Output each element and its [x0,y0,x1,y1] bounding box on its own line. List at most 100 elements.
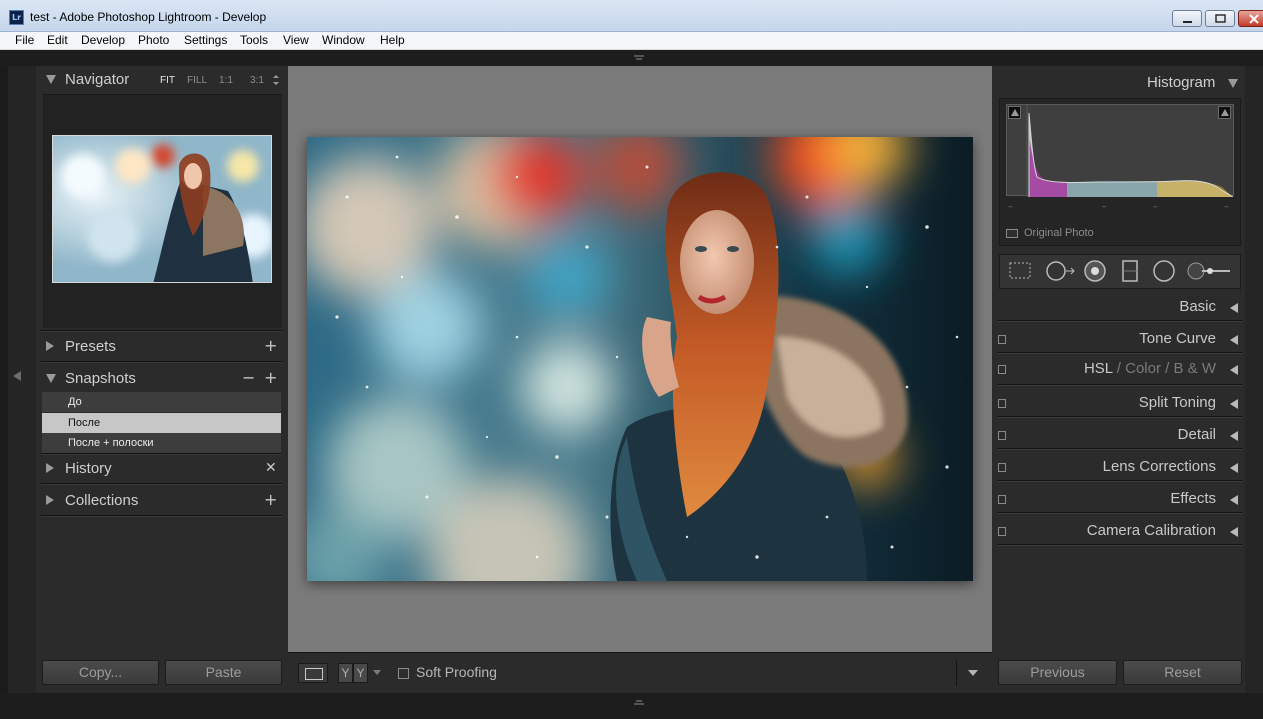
snapshot-item[interactable]: После + полоски [42,433,281,453]
split-toning-expand-icon [1230,399,1238,409]
divider [998,352,1242,354]
basic-panel-header[interactable]: Basic [998,293,1242,323]
histogram-info: – [1224,202,1229,212]
menu-photo[interactable]: Photo [138,33,169,47]
navigator-thumbnail[interactable] [52,135,272,283]
zoom-fill[interactable]: FILL [187,75,207,86]
zoom-1-1[interactable]: 1:1 [219,75,233,86]
history-title[interactable]: History [65,460,112,477]
menu-help[interactable]: Help [380,33,405,47]
main-photo[interactable] [307,137,973,581]
hsl-panel-header[interactable]: HSL / Color / B & W [998,355,1242,385]
original-photo-checkbox[interactable] [1006,229,1018,238]
tone-curve-panel-header[interactable]: Tone Curve [998,325,1242,355]
split-toning-label: Split Toning [1138,394,1216,411]
adjustment-brush-icon[interactable] [1186,260,1234,282]
menu-develop[interactable]: Develop [81,33,125,47]
collections-title[interactable]: Collections [65,492,138,509]
histogram-chart [1026,105,1234,198]
crop-overlay-icon[interactable] [1008,260,1034,282]
soft-proofing-checkbox[interactable] [398,668,409,679]
expand-top-grip-icon[interactable] [632,54,646,62]
menu-tools[interactable]: Tools [240,33,268,47]
hsl-tab[interactable]: HSL [1084,360,1113,377]
split-toning-panel-header[interactable]: Split Toning [998,389,1242,419]
window-title: test - Adobe Photoshop Lightroom - Devel… [30,10,267,24]
zoom-fit[interactable]: FIT [160,75,175,86]
tone-curve-toggle-switch[interactable] [998,335,1006,344]
lens-corrections-panel-header[interactable]: Lens Corrections [998,453,1242,483]
close-button[interactable] [1238,10,1263,27]
remove-snapshot-icon[interactable]: − [242,370,255,386]
clear-history-icon[interactable]: ✕ [265,460,277,476]
graduated-filter-icon[interactable] [1118,259,1142,283]
before-after-toggle[interactable]: Y [338,663,353,683]
add-collection-icon[interactable]: + [264,492,277,508]
lens-corrections-toggle-switch[interactable] [998,463,1006,472]
copy-settings-button[interactable]: Copy... [42,660,159,685]
before-after-dropdown-icon[interactable] [373,670,381,676]
lens-corrections-label: Lens Corrections [1102,458,1216,475]
previous-button[interactable]: Previous [998,660,1117,685]
snapshot-item[interactable]: До [42,392,281,412]
snapshots-title[interactable]: Snapshots [65,370,136,387]
snapshot-item-selected[interactable]: После [42,413,281,433]
highlight-clipping-indicator[interactable] [1218,106,1231,119]
menu-edit[interactable]: Edit [47,33,68,47]
histogram-collapse-icon[interactable] [1228,79,1238,88]
add-snapshot-icon[interactable]: + [264,370,277,386]
histogram-graph[interactable] [1006,104,1234,198]
zoom-3-1[interactable]: 3:1 [250,75,264,86]
navigator-title[interactable]: Navigator [65,71,129,88]
zoom-stepper-icon[interactable] [272,74,280,86]
minimize-icon [1183,21,1192,23]
histogram-title[interactable]: Histogram [1147,74,1215,91]
bw-tab[interactable]: B & W [1173,360,1216,377]
basic-expand-icon [1230,303,1238,313]
toolbar-content-dropdown[interactable] [956,660,988,686]
detail-toggle-switch[interactable] [998,431,1006,440]
shadow-clipping-indicator[interactable] [1008,106,1021,119]
menu-window[interactable]: Window [322,33,365,47]
camera-calibration-panel-header[interactable]: Camera Calibration [998,517,1242,547]
hsl-toggle-switch[interactable] [998,365,1006,374]
before-after-toggle[interactable]: Y [353,663,368,683]
original-photo-label: Original Photo [1024,227,1094,239]
history-expand-icon[interactable] [46,463,54,473]
left-panel-edge[interactable] [8,66,36,693]
detail-panel-header[interactable]: Detail [998,421,1242,451]
camera-calibration-expand-icon [1230,527,1238,537]
minimize-button[interactable] [1172,10,1202,27]
presets-title[interactable]: Presets [65,338,116,355]
expand-filmstrip-grip-icon[interactable] [632,699,646,707]
navigator-thumbnail-image [53,136,271,282]
spot-removal-icon[interactable] [1044,258,1078,284]
top-panel-strip [0,50,1263,66]
effects-panel-header[interactable]: Effects [998,485,1242,515]
menu-view[interactable]: View [283,33,309,47]
navigator-collapse-icon[interactable] [46,75,56,84]
maximize-button[interactable] [1205,10,1235,27]
effects-toggle-switch[interactable] [998,495,1006,504]
add-preset-icon[interactable]: + [264,338,277,354]
radial-filter-icon[interactable] [1151,258,1177,284]
split-toning-toggle-switch[interactable] [998,399,1006,408]
collections-expand-icon[interactable] [46,495,54,505]
loupe-view-icon[interactable] [298,663,328,683]
reset-button[interactable]: Reset [1123,660,1242,685]
hsl-color-bw-label: HSL / Color / B & W [1084,360,1216,377]
divider [41,361,282,363]
right-panel-edge[interactable] [1245,66,1263,693]
color-tab[interactable]: Color [1125,360,1161,377]
snapshots-collapse-icon[interactable] [46,374,56,383]
divider [998,512,1242,514]
red-eye-icon[interactable] [1082,258,1108,284]
soft-proofing-label: Soft Proofing [416,664,497,680]
divider [41,483,282,485]
menu-file[interactable]: File [15,33,34,47]
menu-settings[interactable]: Settings [184,33,227,47]
paste-settings-button[interactable]: Paste [165,660,282,685]
camera-calibration-toggle-switch[interactable] [998,527,1006,536]
tab-separator: / [1116,360,1121,377]
presets-expand-icon[interactable] [46,341,54,351]
